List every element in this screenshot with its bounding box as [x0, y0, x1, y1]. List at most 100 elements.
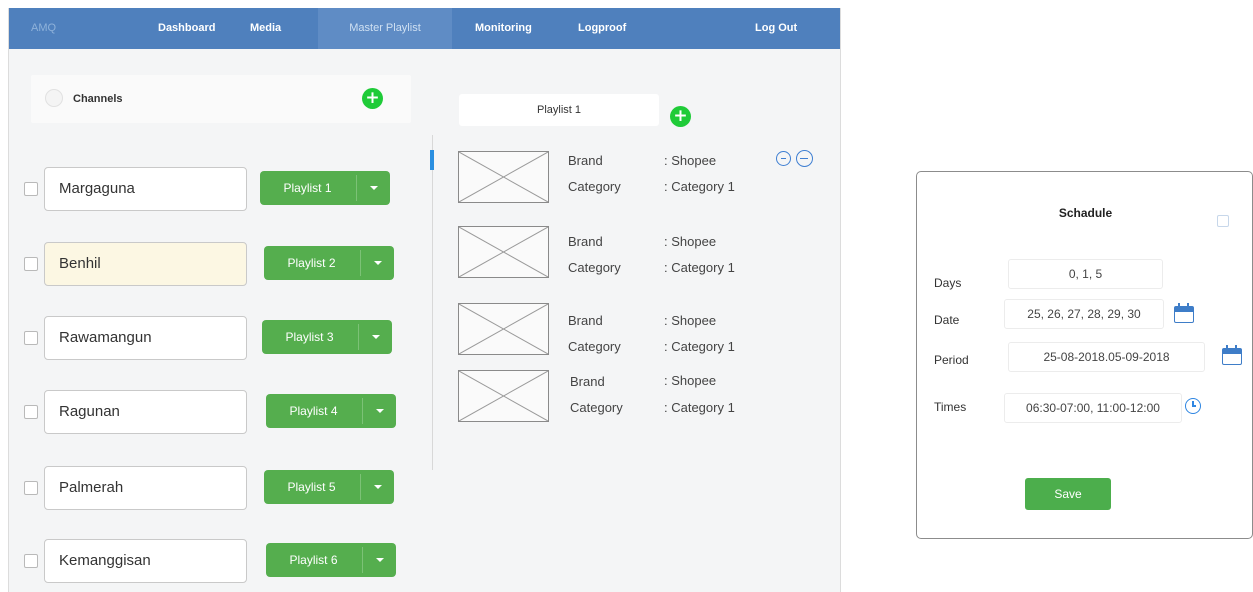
playlist-dropdown-label: Playlist 6 [289, 553, 338, 567]
dropdown-caret-icon[interactable] [374, 261, 382, 265]
days-input[interactable]: 0, 1, 5 [1008, 259, 1163, 289]
playlist-media-item[interactable]: Brand : Shopee Category : Category 1 [458, 151, 788, 203]
times-label: Times [934, 400, 967, 414]
times-input[interactable]: 06:30-07:00, 11:00-12:00 [1004, 393, 1182, 423]
playlist-dropdown-button[interactable]: Playlist 2 [264, 246, 394, 280]
channel-checkbox[interactable] [24, 331, 38, 345]
nav-monitoring[interactable]: Monitoring [475, 8, 532, 49]
playlist-dropdown-label: Playlist 4 [289, 404, 338, 418]
schedule-dialog: Schadule Days 0, 1, 5 Date 25, 26, 27, 2… [916, 171, 1253, 539]
remove-icon [800, 157, 808, 159]
add-icon: + [365, 88, 380, 108]
period-input[interactable]: 25-08-2018.05-09-2018 [1008, 342, 1205, 372]
category-label: Category [568, 260, 621, 275]
date-label: Date [934, 313, 960, 327]
playlist-name-field[interactable]: Playlist 1 [459, 94, 659, 126]
app-logo[interactable]: AMQ [31, 8, 56, 49]
placeholder-cross [459, 304, 548, 354]
image-placeholder-icon [458, 226, 549, 278]
days-label: Days [934, 276, 962, 290]
logout-link[interactable]: Log Out [755, 8, 797, 49]
channel-name-input[interactable]: Margaguna [44, 167, 247, 211]
playlist-dropdown-button[interactable]: Playlist 4 [266, 394, 396, 428]
dropdown-caret-icon[interactable] [370, 186, 378, 190]
channel-row: Benhil Playlist 2 [9, 242, 409, 286]
playlist-media-item[interactable]: Brand : Shopee Category : Category 1 [458, 226, 788, 278]
category-label: Category [568, 179, 621, 194]
nav-logproof[interactable]: Logproof [578, 8, 626, 49]
period-label: Period [934, 353, 969, 367]
channel-name-input[interactable]: Ragunan [44, 390, 247, 434]
calendar-icon[interactable] [1174, 303, 1194, 323]
channel-checkbox[interactable] [24, 182, 38, 196]
channel-checkbox[interactable] [24, 257, 38, 271]
channels-title: Channels [73, 93, 123, 105]
channel-row: Kemanggisan Playlist 6 [9, 539, 409, 583]
playlist-dropdown-button[interactable]: Playlist 1 [260, 171, 390, 205]
playlist-media-item[interactable]: Brand : Shopee Category : Category 1 [458, 303, 788, 355]
dropdown-separator [356, 175, 357, 201]
brand-value: : Shopee [664, 373, 717, 388]
dropdown-separator [362, 398, 363, 424]
image-placeholder-icon [458, 151, 549, 203]
brand-value: : Shopee [664, 234, 717, 249]
nav-media[interactable]: Media [250, 8, 281, 49]
dropdown-caret-icon[interactable] [376, 409, 384, 413]
dropdown-caret-icon[interactable] [372, 335, 380, 339]
playlist-dropdown-button[interactable]: Playlist 5 [264, 470, 394, 504]
channel-name-input[interactable]: Kemanggisan [44, 539, 247, 583]
brand-value: : Shopee [664, 153, 717, 168]
nav-dashboard[interactable]: Dashboard [158, 8, 215, 49]
channels-header: Channels + [31, 75, 411, 123]
add-media-button[interactable]: + [670, 106, 691, 127]
image-placeholder-icon [458, 303, 549, 355]
playlist-dropdown-label: Playlist 2 [287, 256, 336, 270]
brand-label: Brand [568, 313, 603, 328]
placeholder-cross [459, 227, 548, 277]
channel-name-input[interactable]: Palmerah [44, 466, 247, 510]
brand-value: : Shopee [664, 313, 717, 328]
calendar-icon[interactable] [1222, 345, 1242, 365]
dropdown-separator [358, 324, 359, 350]
add-channel-button[interactable]: + [362, 88, 383, 109]
save-button[interactable]: Save [1025, 478, 1111, 510]
image-placeholder-icon [458, 370, 549, 422]
date-input[interactable]: 25, 26, 27, 28, 29, 30 [1004, 299, 1164, 329]
category-label: Category [570, 400, 623, 415]
select-all-radio[interactable] [45, 89, 63, 107]
dropdown-caret-icon[interactable] [376, 558, 384, 562]
panel-divider [432, 135, 433, 470]
scroll-indicator[interactable] [430, 150, 434, 170]
brand-label: Brand [568, 234, 603, 249]
schedule-title: Schadule [1058, 206, 1113, 220]
category-value: : Category 1 [664, 260, 735, 275]
placeholder-cross [459, 152, 548, 202]
playlist-media-item[interactable]: Brand : Shopee Category : Category 1 [458, 370, 788, 422]
category-value: : Category 1 [664, 400, 735, 415]
dropdown-caret-icon[interactable] [374, 485, 382, 489]
brand-label: Brand [570, 374, 605, 389]
dropdown-separator [362, 547, 363, 573]
close-icon[interactable] [1217, 215, 1229, 227]
nav-master-playlist[interactable]: Master Playlist [318, 8, 452, 49]
channel-checkbox[interactable] [24, 481, 38, 495]
category-value: : Category 1 [664, 179, 735, 194]
channel-row: Margaguna Playlist 1 [9, 167, 409, 211]
playlist-dropdown-label: Playlist 5 [287, 480, 336, 494]
channel-row: Palmerah Playlist 5 [9, 466, 409, 510]
remove-item-button[interactable] [796, 150, 813, 167]
playlist-dropdown-label: Playlist 3 [285, 330, 334, 344]
playlist-dropdown-button[interactable]: Playlist 6 [266, 543, 396, 577]
playlist-dropdown-button[interactable]: Playlist 3 [262, 320, 392, 354]
channel-name-input[interactable]: Rawamangun [44, 316, 247, 360]
placeholder-cross [459, 371, 548, 421]
top-nav-bar: AMQ Dashboard Media Master Playlist Moni… [9, 8, 840, 49]
channel-row: Rawamangun Playlist 3 [9, 316, 409, 360]
add-icon: + [673, 106, 688, 126]
channel-checkbox[interactable] [24, 554, 38, 568]
app-window: AMQ Dashboard Media Master Playlist Moni… [8, 8, 841, 592]
channel-checkbox[interactable] [24, 405, 38, 419]
brand-label: Brand [568, 153, 603, 168]
channel-name-input[interactable]: Benhil [44, 242, 247, 286]
clock-icon[interactable] [1185, 398, 1201, 414]
